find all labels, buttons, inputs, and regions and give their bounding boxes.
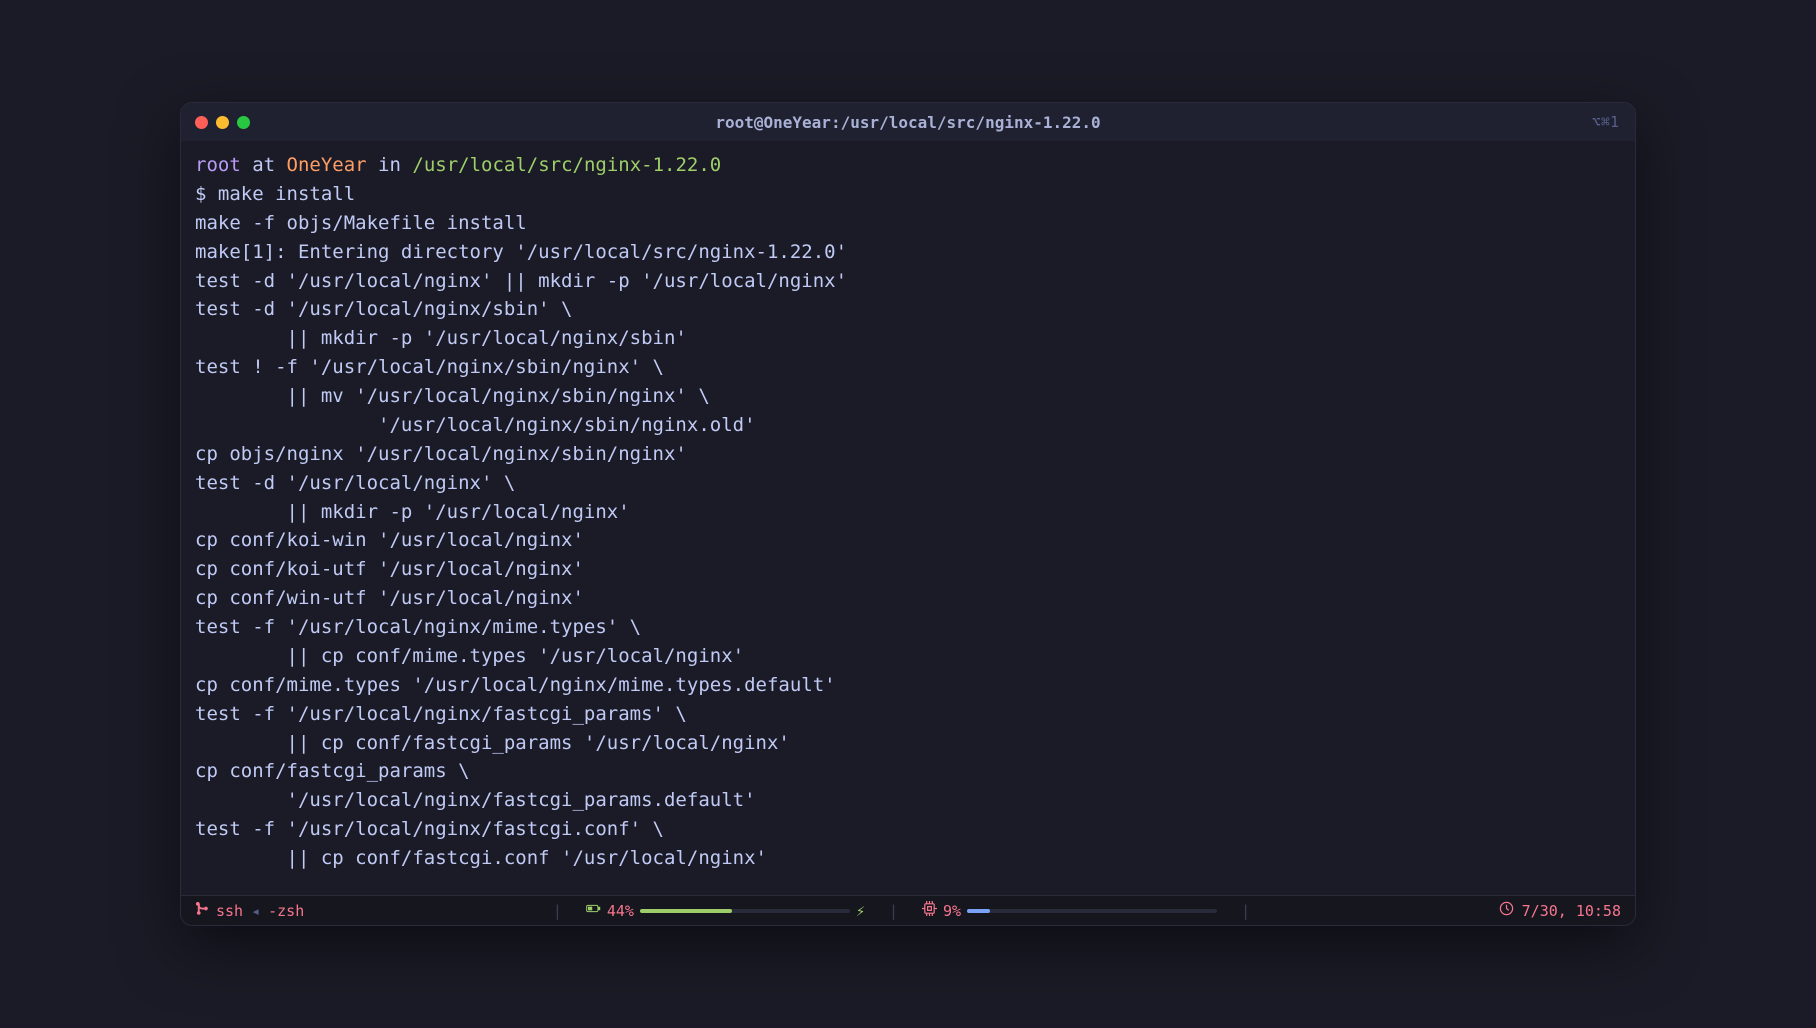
status-center: | 44% ⚡ | 9% | [312, 901, 1490, 920]
prompt-in: in [367, 154, 413, 176]
maximize-button[interactable] [237, 116, 250, 129]
close-button[interactable] [195, 116, 208, 129]
prompt-symbol: $ [195, 183, 218, 205]
cpu-bar [967, 909, 1217, 913]
prompt-command: make install [218, 183, 355, 205]
cpu-label: 9% [943, 902, 961, 920]
clock-icon [1499, 901, 1514, 920]
traffic-lights [195, 116, 250, 129]
battery-icon [586, 901, 601, 920]
divider: | [1241, 902, 1250, 920]
statusbar: ssh ◂ -zsh | 44% ⚡ | 9% [181, 895, 1635, 925]
minimize-button[interactable] [216, 116, 229, 129]
status-process: ssh ◂ -zsh [195, 901, 304, 920]
prompt-user: root [195, 154, 241, 176]
prompt-at: at [241, 154, 287, 176]
cpu-icon [922, 901, 937, 920]
status-process-right: -zsh [268, 902, 304, 920]
battery-label: 44% [607, 902, 634, 920]
status-process-left: ssh [216, 902, 243, 920]
terminal-window: root@OneYear:/usr/local/src/nginx-1.22.0… [180, 102, 1636, 926]
charging-icon: ⚡ [856, 902, 865, 920]
clock-label: 7/30, 10:58 [1522, 902, 1621, 920]
cpu-status: 9% [922, 901, 1217, 920]
divider: | [889, 902, 898, 920]
status-clock: 7/30, 10:58 [1499, 901, 1621, 920]
titlebar: root@OneYear:/usr/local/src/nginx-1.22.0… [181, 103, 1635, 141]
battery-fill [640, 909, 732, 913]
terminal-output: make -f objs/Makefile install make[1]: E… [195, 209, 1621, 873]
git-branch-icon [195, 901, 210, 920]
battery-status: 44% ⚡ [586, 901, 865, 920]
status-separator: ◂ [251, 902, 260, 920]
battery-bar [640, 909, 850, 913]
terminal-body[interactable]: root at OneYear in /usr/local/src/nginx-… [181, 141, 1635, 895]
window-shortcut: ⌥⌘1 [1592, 113, 1619, 131]
window-title: root@OneYear:/usr/local/src/nginx-1.22.0 [197, 113, 1619, 132]
cpu-fill [967, 909, 990, 913]
divider: | [553, 902, 562, 920]
prompt-host: OneYear [287, 154, 367, 176]
prompt-path: /usr/local/src/nginx-1.22.0 [412, 154, 721, 176]
